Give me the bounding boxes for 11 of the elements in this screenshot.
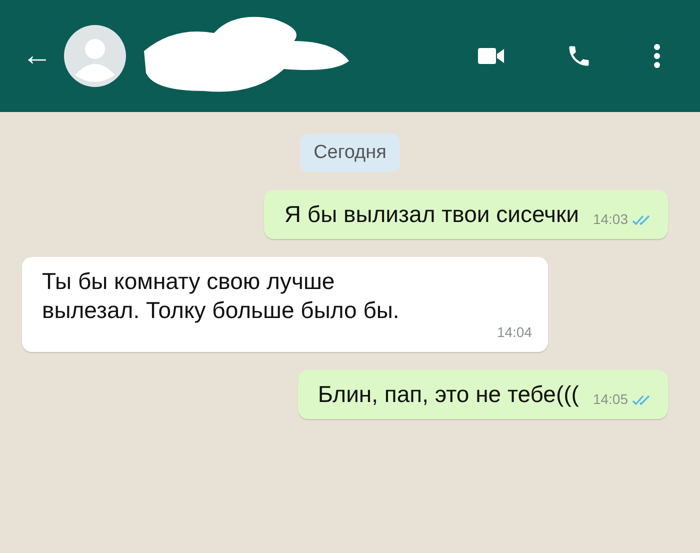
message-time: 14:03 — [592, 211, 628, 229]
message-text: Блин, пап, это не тебе((( — [318, 380, 579, 408]
more-options-icon[interactable] — [654, 44, 660, 68]
message-text: Я бы вылизал твои сисечки — [284, 200, 579, 229]
message-time: 14:05 — [592, 391, 628, 408]
video-call-icon[interactable] — [478, 47, 504, 65]
avatar-icon — [64, 25, 126, 87]
message-time: 14:04 — [496, 324, 532, 342]
back-button[interactable]: ← — [22, 39, 52, 73]
message-text: Ты бы комнату свою лучше вылезал. Толку больше было бы. — [42, 266, 400, 324]
date-chip: Сегодня — [300, 134, 400, 172]
